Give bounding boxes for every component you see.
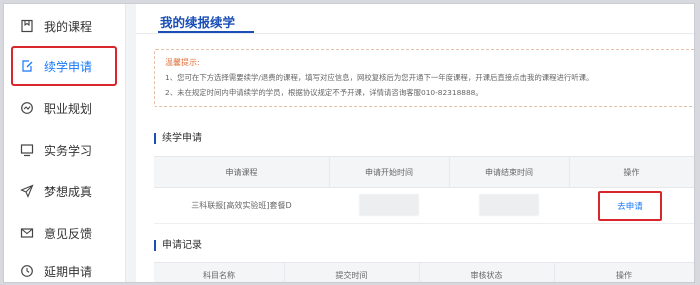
page-title: 我的续报续学 xyxy=(160,15,236,30)
redacted-value xyxy=(359,194,419,216)
divider xyxy=(136,33,694,34)
monitor-icon xyxy=(16,143,38,157)
section-title-apply: 续学申请 xyxy=(154,133,202,144)
sidebar: 我的课程 续学申请 职业规划 实务学习 梦想成真 意见反馈 延期申请 xyxy=(4,4,126,282)
column-header: 申请结束时间 xyxy=(449,157,570,187)
notice-line-2: 2、未在规定时间内申请续学的学员，根据协议规定不予开课，详情请咨询客服010-8… xyxy=(165,88,483,97)
course-name-cell: 三科联报[高效实验班]套餐D xyxy=(191,200,292,210)
compass-icon xyxy=(16,101,38,115)
sidebar-item-label: 意见反馈 xyxy=(44,226,93,241)
notice-title: 温馨提示: xyxy=(165,58,200,67)
sidebar-item-renewal-apply[interactable]: 续学申请 xyxy=(4,53,125,79)
end-time-cell xyxy=(449,187,569,223)
sidebar-item-career-plan[interactable]: 职业规划 xyxy=(4,95,125,121)
sidebar-item-label: 延期申请 xyxy=(44,264,93,279)
bookmark-icon xyxy=(16,19,38,33)
start-time-cell xyxy=(329,187,449,223)
sidebar-item-practice[interactable]: 实务学习 xyxy=(4,137,125,163)
records-table-header: 科目名称 提交时间 审核状态 操作 xyxy=(154,262,694,282)
apply-highlight-box: 去申请 xyxy=(598,191,662,221)
mail-icon xyxy=(16,226,38,240)
sidebar-item-label: 职业规划 xyxy=(44,101,93,116)
notice-box: 温馨提示: 1、您可在下方选择需要续学/退费的课程，填写对应信息，网校复核后为您… xyxy=(154,49,694,107)
redacted-value xyxy=(479,194,539,216)
column-header: 科目名称 xyxy=(154,263,285,282)
column-header: 操作 xyxy=(616,270,632,280)
section-title-records: 申请记录 xyxy=(154,240,202,251)
sidebar-item-my-courses[interactable]: 我的课程 xyxy=(4,13,125,39)
column-header: 提交时间 xyxy=(284,263,420,282)
apply-table-header: 申请课程 申请开始时间 申请结束时间 操作 xyxy=(154,156,694,188)
app-window: 我的课程 续学申请 职业规划 实务学习 梦想成真 意见反馈 延期申请 我的续报续… xyxy=(3,3,695,283)
sidebar-gutter xyxy=(126,4,136,282)
sidebar-item-extension[interactable]: 延期申请 xyxy=(4,258,125,282)
column-header: 申请开始时间 xyxy=(329,157,450,187)
paper-plane-icon xyxy=(16,184,38,198)
apply-button[interactable]: 去申请 xyxy=(617,200,643,212)
column-header: 申请课程 xyxy=(154,157,330,187)
sidebar-item-label: 实务学习 xyxy=(44,143,93,158)
clock-icon xyxy=(16,264,38,278)
column-header: 审核状态 xyxy=(419,263,555,282)
sidebar-item-label: 梦想成真 xyxy=(44,184,93,199)
sidebar-item-feedback[interactable]: 意见反馈 xyxy=(4,220,125,246)
sidebar-item-label: 我的课程 xyxy=(44,19,93,34)
edit-doc-icon xyxy=(16,59,38,73)
column-header: 操作 xyxy=(623,167,640,177)
main-content: 我的续报续学 温馨提示: 1、您可在下方选择需要续学/退费的课程，填写对应信息，… xyxy=(136,4,694,282)
sidebar-item-dream[interactable]: 梦想成真 xyxy=(4,178,125,204)
sidebar-item-label: 续学申请 xyxy=(44,59,93,74)
notice-line-1: 1、您可在下方选择需要续学/退费的课程，填写对应信息，网校复核后为您开通下一年度… xyxy=(165,73,594,82)
